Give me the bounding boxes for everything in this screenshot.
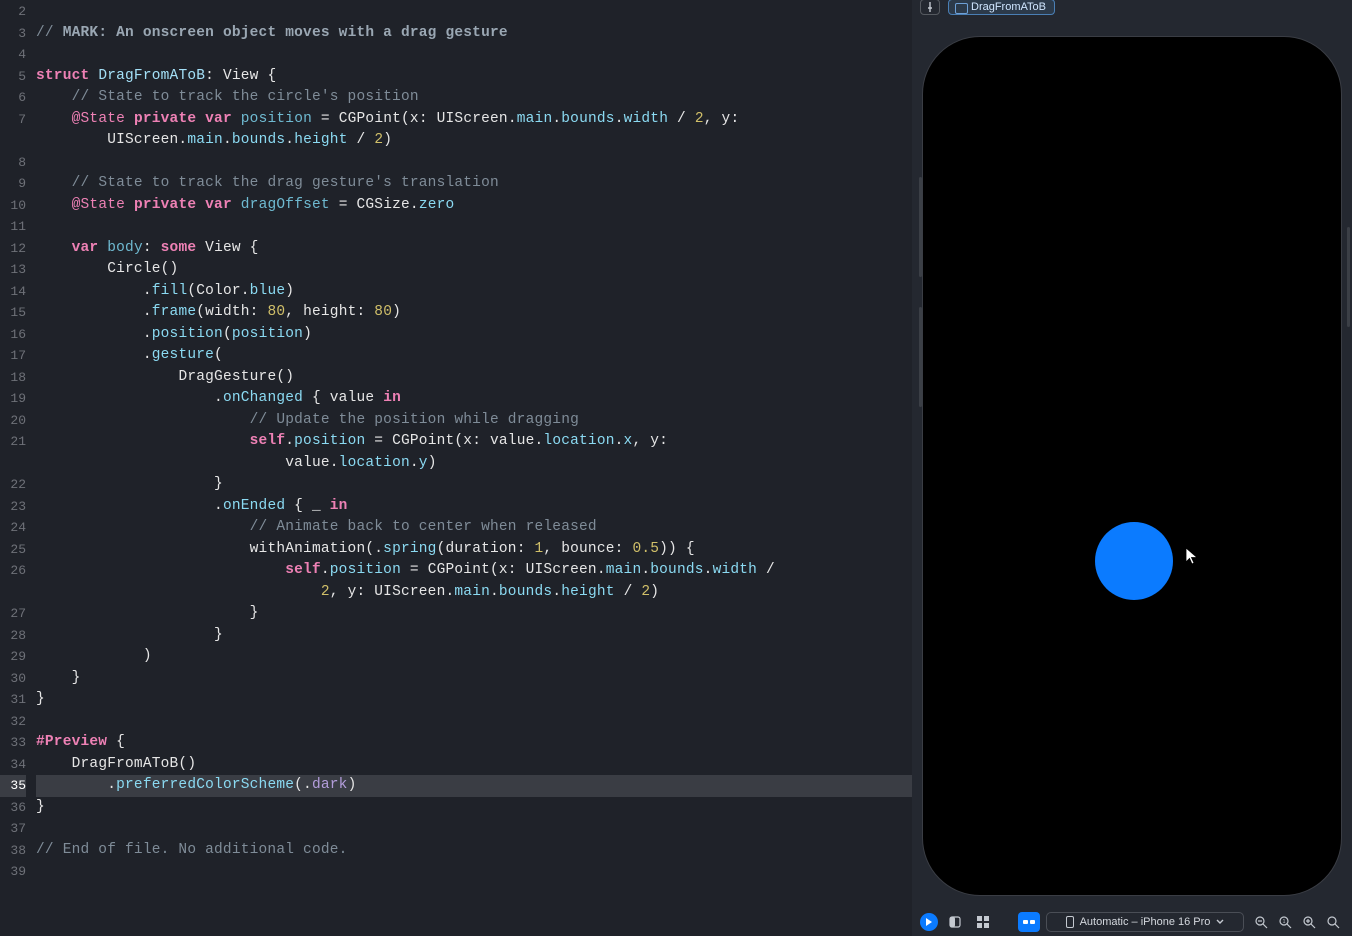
- preview-top-bar: DragFromAToB: [912, 0, 1352, 14]
- code-line[interactable]: }: [36, 797, 912, 819]
- zoom-in-button[interactable]: [1322, 912, 1344, 932]
- code-line[interactable]: // State to track the circle's position: [36, 87, 912, 109]
- preview-breadcrumb[interactable]: DragFromAToB: [948, 0, 1055, 15]
- preview-pane: DragFromAToB Automatic – iPhone 16 Pro: [912, 0, 1352, 936]
- code-line[interactable]: var body: some View {: [36, 238, 912, 260]
- code-line[interactable]: DragFromAToB(): [36, 754, 912, 776]
- draggable-circle[interactable]: [1095, 522, 1173, 600]
- code-line[interactable]: ): [36, 646, 912, 668]
- simulated-device[interactable]: [922, 36, 1342, 896]
- code-line[interactable]: struct DragFromAToB: View {: [36, 66, 912, 88]
- code-line[interactable]: self.position = CGPoint(x: value.locatio…: [36, 431, 912, 453]
- device-selector-dropdown[interactable]: Automatic – iPhone 16 Pro: [1046, 912, 1244, 932]
- code-line[interactable]: Circle(): [36, 259, 912, 281]
- code-line[interactable]: .gesture(: [36, 345, 912, 367]
- code-line[interactable]: value.location.y): [36, 453, 912, 475]
- code-line[interactable]: #Preview {: [36, 732, 912, 754]
- code-line[interactable]: // End of file. No additional code.: [36, 840, 912, 862]
- variants-button[interactable]: [1018, 912, 1040, 932]
- code-line[interactable]: }: [36, 689, 912, 711]
- code-line[interactable]: [36, 711, 912, 733]
- code-line[interactable]: .preferredColorScheme(.dark): [36, 775, 912, 797]
- code-line[interactable]: UIScreen.main.bounds.height / 2): [36, 130, 912, 152]
- preview-toolbar: Automatic – iPhone 16 Pro 1: [912, 908, 1352, 936]
- code-line[interactable]: }: [36, 603, 912, 625]
- code-line[interactable]: // MARK: An onscreen object moves with a…: [36, 23, 912, 45]
- code-line[interactable]: self.position = CGPoint(x: UIScreen.main…: [36, 560, 912, 582]
- device-selector-label: Automatic – iPhone 16 Pro: [1080, 916, 1211, 928]
- code-line[interactable]: [36, 216, 912, 238]
- code-line[interactable]: 2, y: UIScreen.main.bounds.height / 2): [36, 582, 912, 604]
- svg-text:1: 1: [1282, 919, 1285, 925]
- code-line[interactable]: .onEnded { _ in: [36, 496, 912, 518]
- code-line[interactable]: // Update the position while dragging: [36, 410, 912, 432]
- zoom-out-button[interactable]: [1250, 912, 1272, 932]
- cursor-icon: [1185, 547, 1199, 565]
- code-line[interactable]: withAnimation(.spring(duration: 1, bounc…: [36, 539, 912, 561]
- selectable-preview-button[interactable]: [972, 912, 994, 932]
- device-icon: [1066, 916, 1074, 928]
- zoom-actual-button[interactable]: [1298, 912, 1320, 932]
- code-line[interactable]: }: [36, 625, 912, 647]
- code-line[interactable]: // State to track the drag gesture's tra…: [36, 173, 912, 195]
- code-line[interactable]: .fill(Color.blue): [36, 281, 912, 303]
- pin-preview-button[interactable]: [920, 0, 940, 15]
- code-line[interactable]: }: [36, 668, 912, 690]
- code-line[interactable]: [36, 818, 912, 840]
- run-preview-button[interactable]: [920, 913, 938, 931]
- code-line[interactable]: [36, 44, 912, 66]
- code-line[interactable]: [36, 152, 912, 174]
- code-line[interactable]: // Animate back to center when released: [36, 517, 912, 539]
- code-line[interactable]: }: [36, 474, 912, 496]
- code-line[interactable]: [36, 1, 912, 23]
- line-number-gutter: 2345678910111213141516171819202122232425…: [0, 0, 36, 936]
- code-line[interactable]: DragGesture(): [36, 367, 912, 389]
- code-editor-pane[interactable]: 2345678910111213141516171819202122232425…: [0, 0, 912, 936]
- code-line[interactable]: .position(position): [36, 324, 912, 346]
- code-line[interactable]: [36, 861, 912, 883]
- zoom-controls: 1: [1250, 912, 1344, 932]
- preview-canvas[interactable]: [912, 14, 1352, 908]
- code-line[interactable]: @State private var dragOffset = CGSize.z…: [36, 195, 912, 217]
- zoom-fit-button[interactable]: 1: [1274, 912, 1296, 932]
- code-line[interactable]: @State private var position = CGPoint(x:…: [36, 109, 912, 131]
- chevron-down-icon: [1216, 918, 1224, 926]
- live-preview-button[interactable]: [944, 912, 966, 932]
- code-content[interactable]: // MARK: An onscreen object moves with a…: [36, 0, 912, 936]
- code-line[interactable]: .onChanged { value in: [36, 388, 912, 410]
- code-line[interactable]: .frame(width: 80, height: 80): [36, 302, 912, 324]
